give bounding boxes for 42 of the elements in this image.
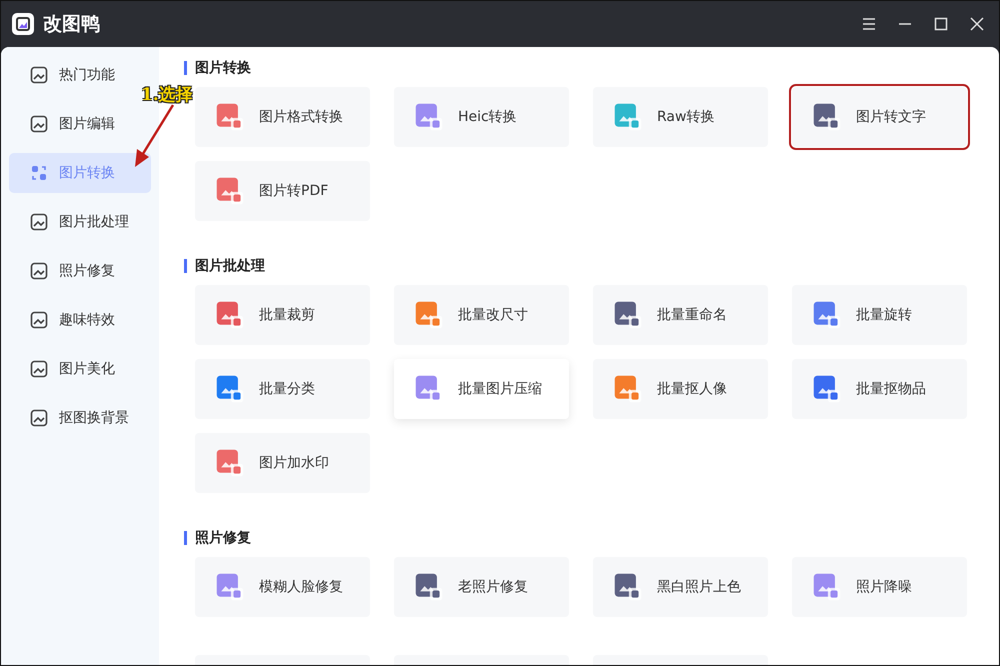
tool-card[interactable]: Raw转换 (593, 87, 768, 147)
tool-card[interactable]: 图片转PDF (195, 161, 370, 221)
tool-card[interactable]: 老照片修复 (394, 557, 569, 617)
tool-card[interactable]: Heic转换 (394, 87, 569, 147)
sidebar-item[interactable]: 图片美化 (9, 349, 151, 389)
tool-card[interactable]: 照片降噪 (792, 557, 967, 617)
sidebar-item[interactable]: 图片编辑 (9, 104, 151, 144)
tool-card[interactable]: 批量图片压缩 (394, 359, 569, 419)
tool-card[interactable]: 图片加水印 (195, 433, 370, 493)
category-icon (29, 359, 49, 379)
annotation-arrow (133, 103, 177, 169)
sidebar-item[interactable]: 抠图换背景 (9, 398, 151, 438)
sidebar-item[interactable]: 照片修复 (9, 251, 151, 291)
section-heading: 照片修复 (184, 531, 999, 545)
tool-card[interactable]: 图片转文字 (792, 87, 967, 147)
tool-card[interactable]: 批量抠人像 (593, 359, 768, 419)
tool-card[interactable]: 模糊人脸修复 (195, 557, 370, 617)
tool-card[interactable]: 批量重命名 (593, 285, 768, 345)
category-icon (29, 65, 49, 85)
section-heading: 图片转换 (184, 61, 999, 75)
tool-card[interactable]: 批量裁剪 (195, 285, 370, 345)
tool-card[interactable]: 图片格式转换 (195, 87, 370, 147)
maximize-icon[interactable] (933, 16, 949, 32)
menu-icon[interactable] (861, 16, 877, 32)
category-icon (29, 114, 49, 134)
annotation-label: 1.选择 (141, 84, 193, 106)
category-icon (29, 261, 49, 281)
category-icon (29, 212, 49, 232)
tool-card[interactable]: 批量改尺寸 (394, 285, 569, 345)
app-title: 改图鸭 (43, 12, 100, 37)
tool-card[interactable]: 批量分类 (195, 359, 370, 419)
tool-card[interactable]: 批量抠物品 (792, 359, 967, 419)
sidebar-item[interactable]: 趣味特效 (9, 300, 151, 340)
section-heading: 图片批处理 (184, 259, 999, 273)
app-logo-icon (11, 12, 35, 36)
category-icon (29, 163, 49, 183)
category-icon (29, 310, 49, 330)
tool-card[interactable]: 黑白照片上色 (593, 557, 768, 617)
sidebar-item[interactable]: 图片批处理 (9, 202, 151, 242)
close-icon[interactable] (969, 16, 985, 32)
category-icon (29, 408, 49, 428)
tool-card[interactable]: 批量旋转 (792, 285, 967, 345)
